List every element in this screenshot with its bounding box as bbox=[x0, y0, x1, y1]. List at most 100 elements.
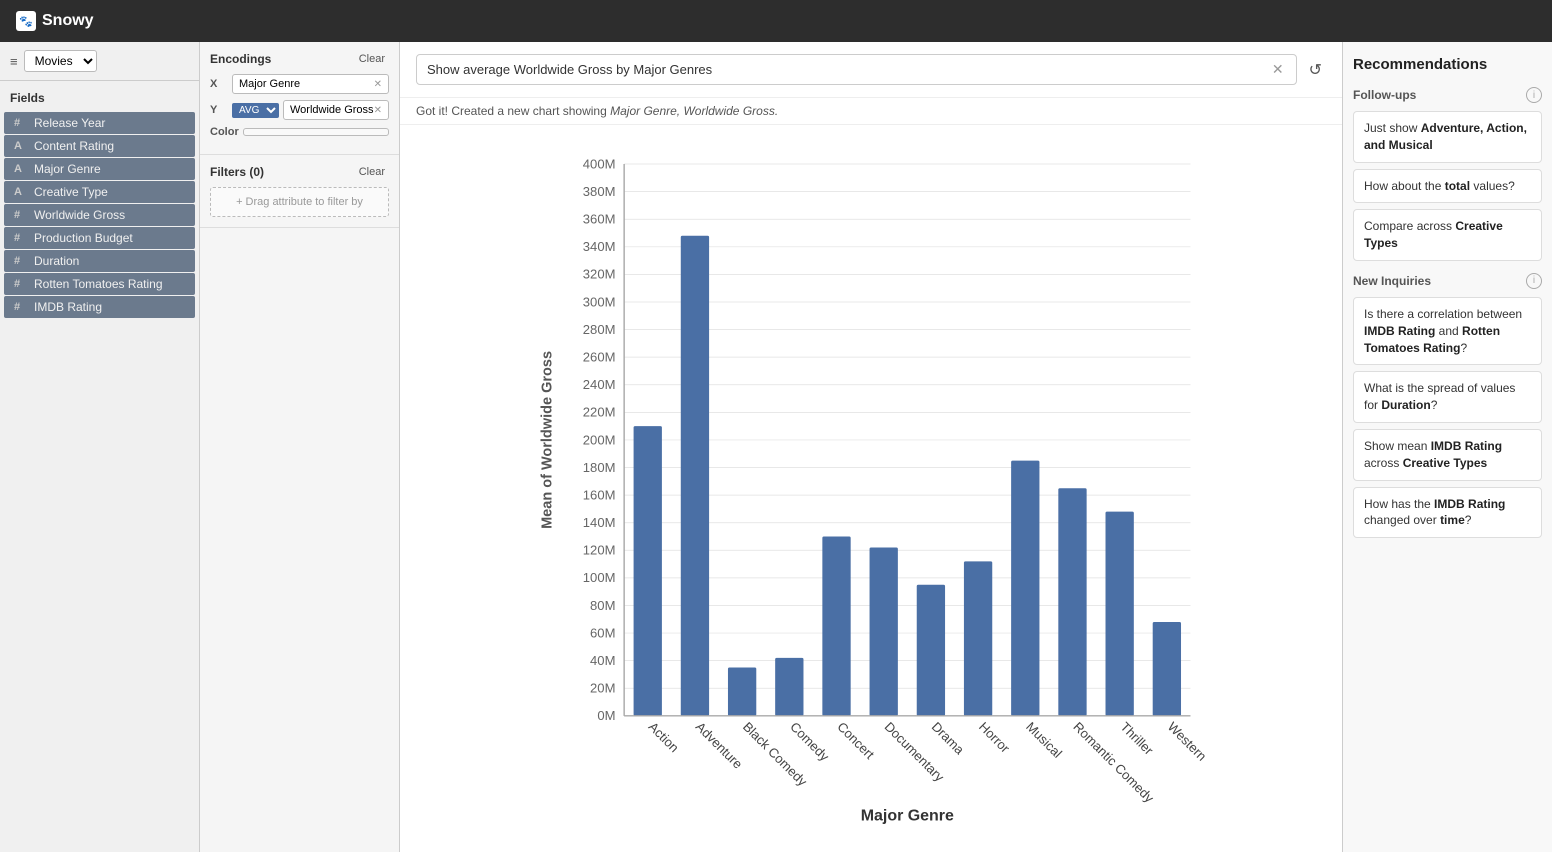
field-label: IMDB Rating bbox=[34, 300, 102, 314]
middle-panel: Encodings Clear X Major Genre ✕ YAVG Wor… bbox=[200, 42, 400, 852]
y-tick-label: 280M bbox=[583, 322, 616, 337]
x-tick-label: Action bbox=[646, 719, 682, 755]
x-tick-label: Western bbox=[1165, 719, 1210, 764]
followup-card-0[interactable]: Just show Adventure, Action, and Musical bbox=[1353, 111, 1542, 163]
bar-chart: 0M20M40M60M80M100M120M140M160M180M200M22… bbox=[410, 135, 1332, 832]
field-item-creative-type[interactable]: ACreative Type bbox=[4, 181, 195, 203]
encoding-pill-color[interactable] bbox=[243, 128, 389, 136]
bar-western[interactable] bbox=[1153, 622, 1181, 716]
field-label: Release Year bbox=[34, 116, 105, 130]
inquiry-card-1[interactable]: What is the spread of values for Duratio… bbox=[1353, 371, 1542, 423]
query-clear-button[interactable]: ✕ bbox=[1270, 61, 1286, 78]
field-item-production-budget[interactable]: #Production Budget bbox=[4, 227, 195, 249]
encoding-row-x: X Major Genre ✕ bbox=[210, 74, 389, 94]
rec-card-bold: IMDB Rating bbox=[1434, 497, 1505, 511]
field-item-imdb-rating[interactable]: # IMDB Rating bbox=[4, 296, 195, 318]
followup-card-2[interactable]: Compare across Creative Types bbox=[1353, 209, 1542, 261]
bar-musical[interactable] bbox=[1011, 461, 1039, 716]
field-type-icon: A bbox=[14, 163, 28, 175]
field-item-worldwide-gross[interactable]: # Worldwide Gross bbox=[4, 204, 195, 226]
fields-header: Fields bbox=[0, 81, 199, 111]
field-label: Rotten Tomatoes Rating bbox=[34, 277, 163, 291]
rec-card-bold: total bbox=[1445, 179, 1470, 193]
left-sidebar: ≡ Movies Fields #Release YearAContent Ra… bbox=[0, 42, 200, 852]
y-tick-label: 260M bbox=[583, 350, 616, 365]
bar-horror[interactable] bbox=[964, 561, 992, 716]
y-tick-label: 320M bbox=[583, 267, 616, 282]
followups-info-icon[interactable]: i bbox=[1526, 87, 1542, 103]
rec-card-bold: Creative Types bbox=[1403, 456, 1488, 470]
encoding-field-name: Major Genre bbox=[239, 78, 300, 90]
y-tick-label: 120M bbox=[583, 543, 616, 558]
rec-card-text: values? bbox=[1470, 179, 1515, 193]
field-item-content-rating[interactable]: AContent Rating bbox=[4, 135, 195, 157]
rec-card-bold: Duration bbox=[1381, 398, 1430, 412]
y-tick-label: 160M bbox=[583, 487, 616, 502]
encoding-pill-x[interactable]: Major Genre ✕ bbox=[232, 74, 389, 94]
top-nav: 🐾 Snowy bbox=[0, 0, 1552, 42]
encodings-section: Encodings Clear X Major Genre ✕ YAVG Wor… bbox=[200, 42, 399, 155]
right-panel: Recommendations Follow-ups i Just show A… bbox=[1342, 42, 1552, 852]
y-tick-label: 400M bbox=[583, 156, 616, 171]
x-tick-label: Comedy bbox=[787, 719, 832, 764]
y-tick-label: 220M bbox=[583, 405, 616, 420]
encoding-field-name: Worldwide Gross bbox=[290, 104, 374, 116]
bar-drama[interactable] bbox=[917, 585, 945, 716]
encoding-axis-x: X bbox=[210, 78, 228, 90]
app-name: Snowy bbox=[42, 12, 94, 30]
inquiries-info-icon[interactable]: i bbox=[1526, 273, 1542, 289]
bar-documentary[interactable] bbox=[870, 548, 898, 716]
query-refresh-button[interactable]: ↺ bbox=[1305, 56, 1326, 84]
field-type-icon: # bbox=[14, 301, 28, 313]
field-label: Production Budget bbox=[34, 231, 133, 245]
dataset-select[interactable]: Movies bbox=[24, 50, 97, 72]
rec-card-text: How has the bbox=[1364, 497, 1434, 511]
query-input-wrapper: ✕ bbox=[416, 54, 1297, 85]
inquiry-card-2[interactable]: Show mean IMDB Rating across Creative Ty… bbox=[1353, 429, 1542, 481]
x-tick-label: Concert bbox=[834, 719, 877, 762]
chart-wrapper: 0M20M40M60M80M100M120M140M160M180M200M22… bbox=[400, 125, 1342, 852]
bar-thriller[interactable] bbox=[1106, 512, 1134, 716]
followup-card-1[interactable]: How about the total values? bbox=[1353, 169, 1542, 204]
query-bar: ✕ ↺ bbox=[400, 42, 1342, 98]
filters-clear-button[interactable]: Clear bbox=[355, 165, 389, 179]
rec-card-text: and bbox=[1435, 324, 1462, 338]
bar-romantic-comedy[interactable] bbox=[1058, 488, 1086, 716]
encoding-agg-select-y[interactable]: AVG bbox=[232, 103, 279, 118]
encoding-axis-y: Y bbox=[210, 104, 228, 116]
inquiries-label: New Inquiries bbox=[1353, 274, 1431, 288]
encodings-clear-button[interactable]: Clear bbox=[355, 52, 389, 66]
y-tick-label: 300M bbox=[583, 294, 616, 309]
x-axis-label: Major Genre bbox=[861, 807, 954, 824]
bar-adventure[interactable] bbox=[681, 236, 709, 716]
field-label: Worldwide Gross bbox=[34, 208, 125, 222]
field-item-rotten-tomatoes[interactable]: #Rotten Tomatoes Rating bbox=[4, 273, 195, 295]
drag-filter-area[interactable]: + Drag attribute to filter by bbox=[210, 187, 389, 217]
inquiry-card-3[interactable]: How has the IMDB Rating changed over tim… bbox=[1353, 487, 1542, 539]
field-label: Content Rating bbox=[34, 139, 114, 153]
y-tick-label: 80M bbox=[590, 598, 615, 613]
bar-black-comedy[interactable] bbox=[728, 668, 756, 716]
field-item-major-genre[interactable]: AMajor Genre bbox=[4, 158, 195, 180]
field-item-release-year[interactable]: #Release Year bbox=[4, 112, 195, 134]
bar-comedy[interactable] bbox=[775, 658, 803, 716]
followups-label: Follow-ups bbox=[1353, 88, 1416, 102]
dataset-selector: ≡ Movies bbox=[0, 42, 199, 81]
bar-action[interactable] bbox=[634, 426, 662, 716]
query-input[interactable] bbox=[427, 62, 1270, 77]
field-type-icon: # bbox=[14, 209, 28, 221]
rec-card-bold: IMDB Rating bbox=[1364, 324, 1435, 338]
encoding-remove-x[interactable]: ✕ bbox=[374, 79, 382, 90]
field-item-duration[interactable]: #Duration bbox=[4, 250, 195, 272]
encoding-pill-y[interactable]: Worldwide Gross ✕ bbox=[283, 100, 389, 120]
rec-card-text: Show mean bbox=[1364, 439, 1431, 453]
x-tick-label: Thriller bbox=[1118, 719, 1157, 758]
encoding-remove-y[interactable]: ✕ bbox=[374, 105, 382, 116]
fields-list: #Release YearAContent RatingAMajor Genre… bbox=[0, 112, 199, 318]
rec-card-text: ? bbox=[1431, 398, 1438, 412]
inquiry-card-0[interactable]: Is there a correlation between IMDB Rati… bbox=[1353, 297, 1542, 365]
x-tick-label: Drama bbox=[929, 719, 968, 758]
encoding-row-y: Y AVG Worldwide Gross ✕ bbox=[210, 100, 389, 120]
y-tick-label: 360M bbox=[583, 212, 616, 227]
bar-concert[interactable] bbox=[822, 537, 850, 716]
